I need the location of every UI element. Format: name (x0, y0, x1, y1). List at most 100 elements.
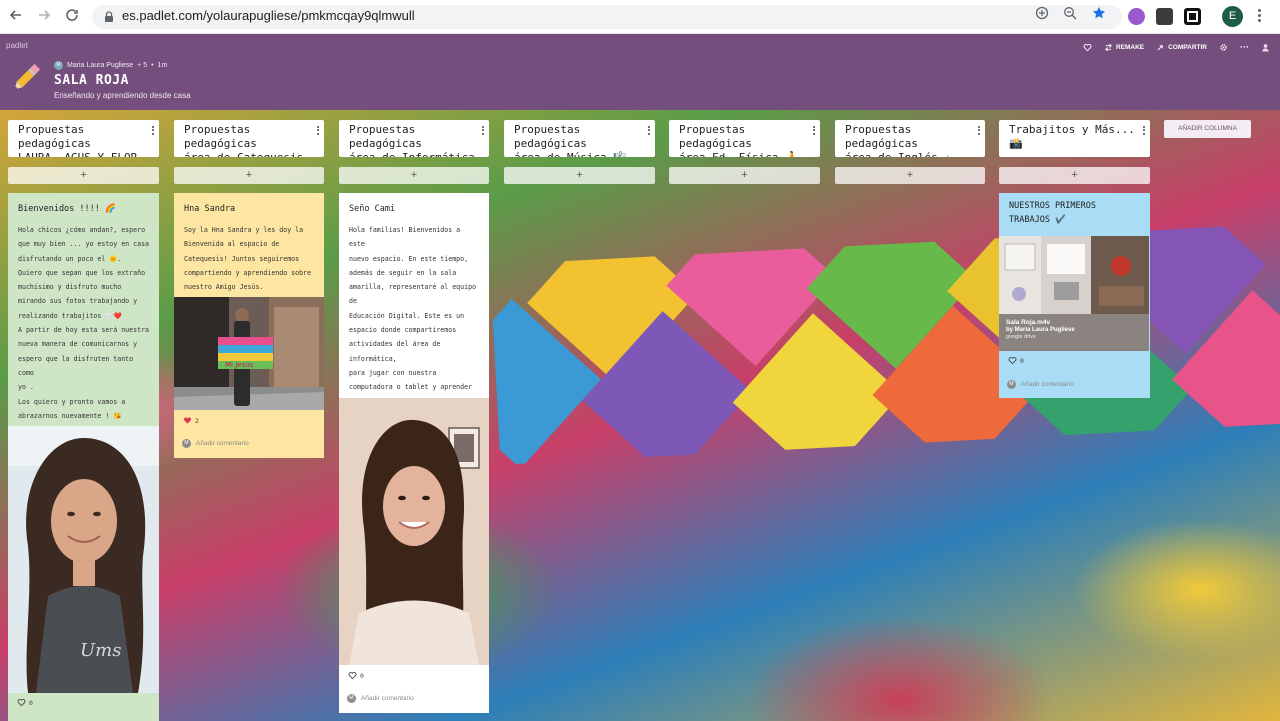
wallpaper-confetti-tape (490, 222, 1280, 465)
add-circle-icon[interactable] (1035, 6, 1049, 20)
bookmark-star-icon[interactable] (1092, 6, 1106, 20)
add-post-button[interactable]: + (8, 167, 159, 184)
column-title: Propuestas pedagógicas LAURA, AGUS Y FLO… (18, 123, 137, 157)
url-host: es.padlet.com (122, 8, 203, 23)
column-title: Propuestas pedagógicas área de Catequesi… (184, 123, 303, 157)
heart-filled-icon (183, 417, 192, 424)
user-icon (1262, 43, 1269, 52)
add-post-button[interactable]: + (339, 167, 489, 184)
padlet-logo[interactable]: padlet (6, 41, 28, 50)
add-post-button[interactable]: + (835, 167, 985, 184)
column-menu-icon[interactable] (647, 124, 651, 136)
author-avatar: M (54, 61, 63, 70)
post-card-nuestros-trabajos[interactable]: NUESTROS PRIMEROS TRABAJOS ✔️ Sala Roja.… (999, 193, 1150, 398)
column-menu-icon[interactable] (812, 124, 816, 136)
like-button[interactable]: 2 (183, 416, 199, 425)
post-title: Hna Sandra (184, 204, 236, 214)
sandra-photo[interactable]: Mi Jesús (174, 297, 324, 410)
attachment-author: by Maria Laura Pugliese (1006, 327, 1075, 333)
column-title: Propuestas pedagógicas área de Informáti… (349, 123, 475, 157)
heart-outline-icon (348, 672, 357, 680)
like-button[interactable]: 0 (17, 698, 33, 707)
forward-arrow-icon[interactable] (34, 7, 54, 27)
remake-button[interactable]: REMAKE (1104, 43, 1144, 52)
like-board-button[interactable] (1083, 43, 1092, 52)
header-actions: REMAKE COMPARTIR ··· (1083, 42, 1270, 52)
column-header-musica[interactable]: Propuestas pedagógicas área de Música 🎼 (504, 120, 655, 157)
column-menu-icon[interactable] (977, 124, 981, 136)
add-comment-field[interactable]: M Añadir comentario (182, 439, 249, 448)
add-post-button[interactable]: + (999, 167, 1150, 184)
board-subtitle: Enseñando y aprendiendo desde casa (54, 91, 191, 100)
url-text: es.padlet.com/yolaurapugliese/pmkmcqay9q… (122, 8, 415, 23)
column-header-informatica[interactable]: Propuestas pedagógicas área de Informáti… (339, 120, 489, 157)
comment-placeholder: Añadir comentario (196, 440, 249, 447)
heart-outline-icon (1008, 357, 1017, 365)
attachment-thumbnail (999, 236, 1149, 314)
like-button[interactable]: 0 (1008, 356, 1024, 365)
dot-separator-icon: • (151, 62, 154, 69)
like-count: 2 (195, 416, 199, 425)
column-menu-icon[interactable] (1142, 124, 1146, 136)
column-header-trabajitos[interactable]: Trabajitos y Más... 📸 (999, 120, 1150, 157)
add-post-button[interactable]: + (669, 167, 820, 184)
add-post-button[interactable]: + (504, 167, 655, 184)
add-column-button[interactable]: AÑADIR COLUMNA (1164, 120, 1251, 138)
column-header-laura[interactable]: Propuestas pedagógicas LAURA, AGUS Y FLO… (8, 120, 159, 157)
flow-extension-icon[interactable] (1156, 8, 1173, 25)
comment-placeholder: Añadir comentario (361, 695, 414, 702)
qr-extension-icon[interactable] (1184, 8, 1201, 25)
post-card-hna-sandra[interactable]: Hna Sandra Soy la Hna Sandra y les doy l… (174, 193, 324, 458)
address-bar[interactable]: es.padlet.com/yolaurapugliese/pmkmcqay9q… (92, 5, 1122, 29)
zoom-out-icon[interactable] (1063, 6, 1077, 20)
share-button[interactable]: COMPARTIR (1156, 43, 1207, 52)
remake-icon (1105, 43, 1112, 51)
like-count: 0 (1020, 356, 1024, 365)
column-menu-icon[interactable] (481, 124, 485, 136)
gear-icon (1220, 43, 1227, 51)
commenter-avatar: M (182, 439, 191, 448)
board-title: SALA ROJA (54, 73, 129, 88)
video-attachment[interactable]: Sala Roja.m4v by Maria Laura Pugliese go… (999, 236, 1149, 351)
settings-button[interactable] (1219, 43, 1228, 52)
post-meta: M Maria Laura Pugliese + 5 • 1m (54, 61, 167, 70)
column-header-ed-fisica[interactable]: Propuestas pedagógicas área Ed. Física 🏃 (669, 120, 820, 157)
download-extension-icon[interactable] (1128, 8, 1145, 25)
post-body: Soy la Hna Sandra y les doy la Bienvenid… (184, 226, 312, 292)
like-button[interactable]: 0 (348, 671, 364, 680)
more-options-button[interactable]: ··· (1240, 42, 1249, 52)
cami-photo[interactable] (339, 398, 489, 665)
like-count: 0 (29, 698, 33, 707)
attachment-title: Sala Roja.m4v (1006, 319, 1051, 326)
teacher-photo[interactable]: Ums (8, 426, 159, 693)
column-menu-icon[interactable] (316, 124, 320, 136)
browser-menu-icon[interactable] (1256, 7, 1262, 27)
collaborator-count: + 5 (137, 62, 148, 69)
post-card-bienvenidos[interactable]: Bienvenidos !!!! 🌈 Hola chicos ¿cómo and… (8, 193, 159, 721)
column-header-catequesis[interactable]: Propuestas pedagógicas área de Catequesi… (174, 120, 324, 157)
time-ago: 1m (157, 62, 168, 69)
column-title: Propuestas pedagógicas área de Inglés ☆ (845, 123, 951, 157)
add-comment-field[interactable]: M Añadir comentario (347, 694, 414, 703)
back-arrow-icon[interactable] (6, 7, 26, 27)
share-icon (1157, 44, 1163, 51)
post-card-seno-cami[interactable]: Seño Cami Hola familias! Bienvenidos a e… (339, 193, 489, 713)
heart-outline-icon (1083, 43, 1092, 51)
commenter-avatar: M (1007, 380, 1016, 389)
post-body: Hola chicos ¿cómo andan?, espero que muy… (18, 226, 150, 434)
column-title: Propuestas pedagógicas área de Música 🎼 (514, 123, 627, 157)
reload-icon[interactable] (62, 7, 82, 27)
share-label: COMPARTIR (1168, 43, 1207, 51)
add-comment-field[interactable]: M Añadir comentario (1007, 380, 1074, 389)
add-post-button[interactable]: + (174, 167, 324, 184)
url-path: /yolaurapugliese/pmkmcqay9qlmwull (202, 8, 415, 23)
lock-icon (105, 11, 113, 22)
author-name: Maria Laura Pugliese (67, 62, 134, 69)
column-header-ingles[interactable]: Propuestas pedagógicas área de Inglés ☆ (835, 120, 985, 157)
account-button[interactable] (1261, 43, 1270, 52)
svg-text:Ums: Ums (80, 640, 121, 661)
pencil-icon (14, 63, 41, 90)
post-title: NUESTROS PRIMEROS TRABAJOS ✔️ (1009, 201, 1096, 225)
column-menu-icon[interactable] (151, 124, 155, 136)
profile-avatar[interactable]: E (1222, 6, 1243, 27)
